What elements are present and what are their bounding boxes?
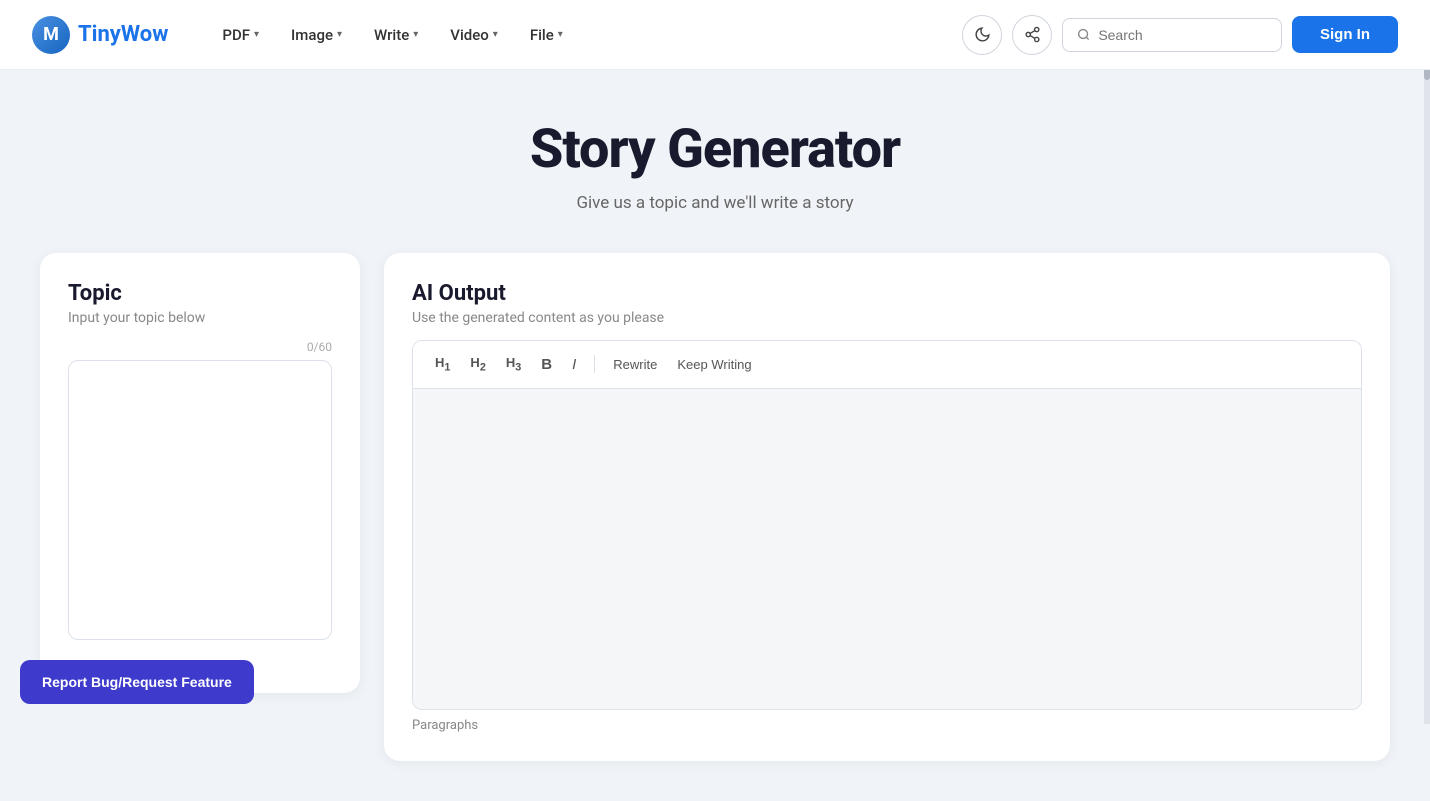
topic-textarea[interactable] xyxy=(68,360,332,640)
ai-output-card: AI Output Use the generated content as y… xyxy=(384,253,1390,761)
editor-container: H1 H2 H3 B I Rewrite Keep Writing xyxy=(412,340,1362,710)
scrollbar-track xyxy=(1424,0,1430,724)
dark-mode-button[interactable] xyxy=(962,15,1002,55)
search-box[interactable] xyxy=(1062,18,1282,52)
share-button[interactable] xyxy=(1012,15,1052,55)
logo[interactable]: M TinyWow xyxy=(32,16,168,54)
share-icon xyxy=(1024,26,1041,43)
nav-item-file[interactable]: File ▾ xyxy=(516,18,577,52)
ai-output-subtitle: Use the generated content as you please xyxy=(412,310,1362,326)
report-bug-button[interactable]: Report Bug/Request Feature xyxy=(20,660,254,704)
ai-output-title: AI Output xyxy=(412,281,1362,306)
logo-icon: M xyxy=(32,16,70,54)
topic-card-subtitle: Input your topic below xyxy=(68,310,332,326)
search-input[interactable] xyxy=(1098,27,1267,43)
chevron-down-icon: ▾ xyxy=(413,29,418,40)
nav-item-image[interactable]: Image ▾ xyxy=(277,18,356,52)
toolbar-keep-writing-button[interactable]: Keep Writing xyxy=(671,353,757,376)
nav-item-pdf[interactable]: PDF ▾ xyxy=(208,18,273,52)
paragraphs-label: Paragraphs xyxy=(412,718,1362,733)
toolbar-h2-button[interactable]: H2 xyxy=(464,351,491,378)
toolbar-h3-button[interactable]: H3 xyxy=(500,351,527,378)
chevron-down-icon: ▾ xyxy=(493,29,498,40)
chevron-down-icon: ▾ xyxy=(337,29,342,40)
nav-right: Sign In xyxy=(962,15,1398,55)
signin-button[interactable]: Sign In xyxy=(1292,16,1398,53)
toolbar-italic-button[interactable]: I xyxy=(566,352,582,377)
toolbar-divider xyxy=(594,355,595,373)
nav-items: PDF ▾ Image ▾ Write ▾ Video ▾ File ▾ xyxy=(208,18,962,52)
topic-card-title: Topic xyxy=(68,281,332,306)
page-title: Story Generator xyxy=(40,118,1390,181)
editor-toolbar: H1 H2 H3 B I Rewrite Keep Writing xyxy=(413,341,1361,389)
char-count: 0/60 xyxy=(68,340,332,354)
nav-item-write[interactable]: Write ▾ xyxy=(360,18,432,52)
moon-icon xyxy=(974,26,991,43)
search-icon xyxy=(1077,27,1090,42)
topic-card: Topic Input your topic below 0/60 xyxy=(40,253,360,693)
navbar: M TinyWow PDF ▾ Image ▾ Write ▾ Video ▾ … xyxy=(0,0,1430,70)
nav-item-video[interactable]: Video ▾ xyxy=(436,18,512,52)
toolbar-h1-button[interactable]: H1 xyxy=(429,351,456,378)
page-header: Story Generator Give us a topic and we'l… xyxy=(40,118,1390,213)
chevron-down-icon: ▾ xyxy=(254,29,259,40)
page-subtitle: Give us a topic and we'll write a story xyxy=(40,193,1390,213)
logo-text: TinyWow xyxy=(78,22,168,47)
toolbar-rewrite-button[interactable]: Rewrite xyxy=(607,353,663,376)
toolbar-bold-button[interactable]: B xyxy=(535,352,558,377)
chevron-down-icon: ▾ xyxy=(558,29,563,40)
editor-body[interactable] xyxy=(413,389,1361,709)
